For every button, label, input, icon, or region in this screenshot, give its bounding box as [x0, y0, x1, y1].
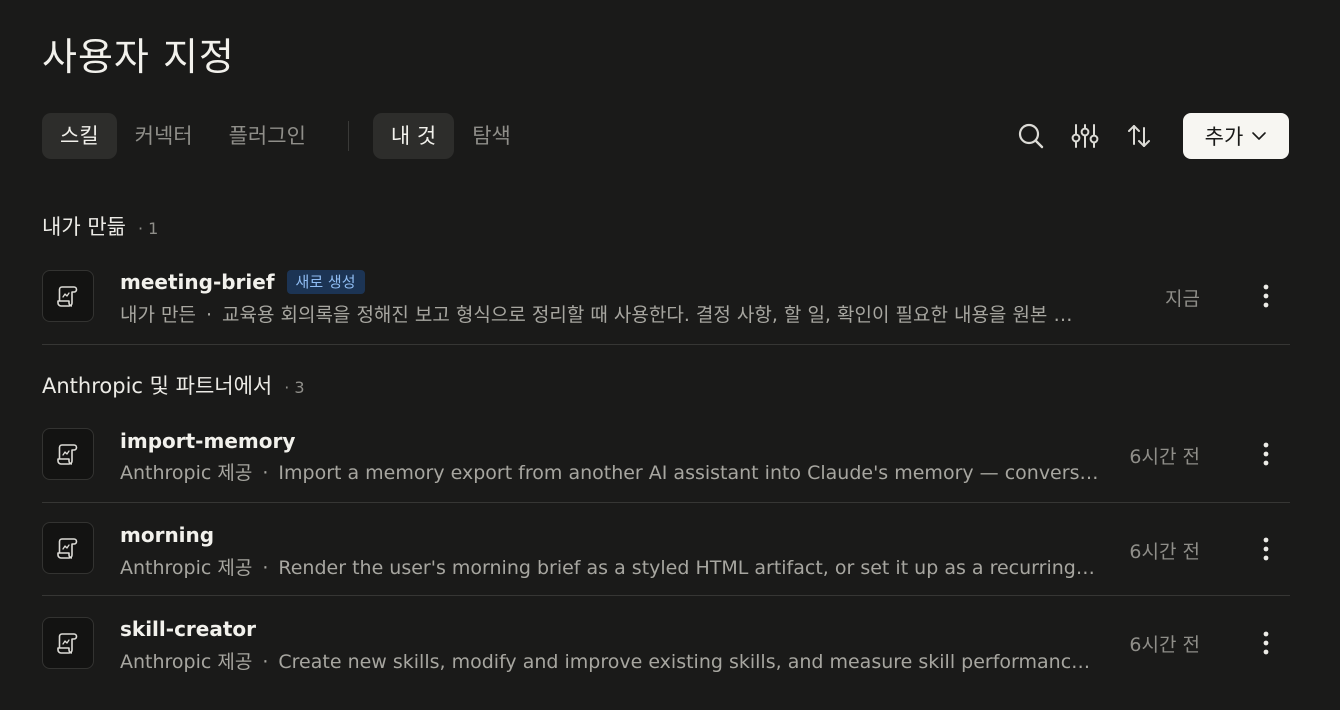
- scroll-icon: [57, 633, 78, 654]
- kebab-menu-icon: [1263, 442, 1269, 466]
- skill-name: import-memory: [120, 429, 295, 453]
- skill-name-text: meeting-brief: [120, 270, 275, 294]
- section-header-mine: 내가 만듦 · 1: [42, 211, 158, 241]
- skill-name: morning: [120, 523, 214, 547]
- skill-description-text: Import a memory export from another AI a…: [278, 462, 1102, 484]
- scroll-icon: [57, 444, 78, 465]
- separator-dot: ·: [262, 557, 269, 579]
- more-options-button[interactable]: [1256, 439, 1276, 469]
- skill-description: Anthropic 제공 · Import a memory export from…: [120, 458, 1102, 485]
- skill-name-text: morning: [120, 523, 215, 547]
- add-button-label: 추가: [1204, 125, 1244, 149]
- scroll-icon: [57, 538, 78, 559]
- tab-bar: 스킬 커넥터 플러그인 내 것 탐색: [42, 112, 529, 160]
- skill-icon-box: [42, 617, 94, 669]
- customize-page: 사용자 지정 스킬 커넥터 플러그인 내 것 탐색 추가 내가 만듦 · 1 m…: [0, 0, 1340, 710]
- skill-icon-box: [42, 270, 94, 322]
- toolbar-actions: 추가: [997, 112, 1289, 160]
- section-count: · 3: [284, 378, 305, 397]
- sort-button[interactable]: [1119, 116, 1159, 156]
- section-title: Anthropic 및 파트너에서: [42, 374, 273, 398]
- kebab-menu-icon: [1263, 631, 1269, 655]
- tab-divider: [347, 121, 349, 151]
- new-badge: 새로 생성: [286, 270, 365, 294]
- skill-time: 지금: [1165, 288, 1200, 310]
- skill-source: Anthropic 제공: [120, 462, 253, 484]
- skill-name-text: import-memory: [120, 429, 296, 453]
- skill-source: 내가 만든: [120, 304, 196, 326]
- skill-description-text: 교육용 회의록을 정해진 보고 형식으로 정리할 때 사용한다. 결정 사항, …: [222, 304, 1073, 326]
- skill-source: Anthropic 제공: [120, 651, 253, 673]
- separator-dot: ·: [262, 462, 269, 484]
- tab-plugins[interactable]: 플러그인: [211, 113, 324, 159]
- skill-time: 6시간 전: [1129, 634, 1200, 656]
- skill-description-text: Create new skills, modify and improve ex…: [278, 651, 1094, 673]
- filter-explore[interactable]: 탐색: [454, 113, 529, 159]
- kebab-menu-icon: [1263, 537, 1269, 561]
- tab-connectors[interactable]: 커넥터: [117, 113, 211, 159]
- skill-description: Anthropic 제공 · Create new skills, modify a…: [120, 647, 1094, 674]
- separator-dot: ·: [205, 304, 213, 326]
- more-options-button[interactable]: [1256, 281, 1276, 311]
- toolbar: 스킬 커넥터 플러그인 내 것 탐색 추가: [42, 112, 1289, 160]
- filter-mine[interactable]: 내 것: [372, 113, 455, 159]
- search-button[interactable]: [1011, 116, 1051, 156]
- scroll-icon: [57, 286, 78, 307]
- skill-time: 6시간 전: [1129, 541, 1200, 563]
- skill-time: 6시간 전: [1129, 446, 1200, 468]
- kebab-menu-icon: [1263, 284, 1269, 308]
- skill-description: 내가 만든 · 교육용 회의록을 정해진 보고 형식으로 정리할 때 사용한다. 결…: [120, 300, 1132, 327]
- skill-description-text: Render the user's morning brief as a sty…: [278, 557, 1096, 579]
- skill-icon-box: [42, 522, 94, 574]
- skill-row-skill-creator[interactable]: skill-creator Anthropic 제공 · Create new sk…: [42, 597, 1290, 689]
- tab-skills[interactable]: 스킬: [42, 113, 117, 159]
- separator-dot: ·: [262, 651, 269, 673]
- skill-row-meeting-brief[interactable]: meeting-brief 새로 생성 내가 만든 · 교육용 회의록을 정해진 보…: [42, 252, 1290, 345]
- section-title: 내가 만듦: [42, 215, 126, 239]
- sliders-icon: [1071, 124, 1099, 148]
- skill-icon-box: [42, 428, 94, 480]
- page-title: 사용자 지정: [42, 35, 235, 79]
- chevron-down-icon: [1251, 128, 1267, 144]
- section-count: · 1: [137, 219, 159, 238]
- add-button[interactable]: 추가: [1183, 113, 1289, 159]
- sort-arrows-icon: [1128, 125, 1150, 147]
- skill-row-import-memory[interactable]: import-memory Anthropic 제공 · Import a memo…: [42, 410, 1290, 503]
- section-header-anthropic: Anthropic 및 파트너에서 · 3: [42, 370, 305, 400]
- skill-name: skill-creator: [120, 617, 256, 641]
- more-options-button[interactable]: [1256, 534, 1276, 564]
- search-icon: [1018, 123, 1044, 149]
- skill-name: meeting-brief 새로 생성: [120, 270, 365, 294]
- filter-button[interactable]: [1065, 116, 1105, 156]
- more-options-button[interactable]: [1256, 628, 1276, 658]
- skill-description: Anthropic 제공 · Render the user's morning b…: [120, 553, 1096, 580]
- skill-row-morning[interactable]: morning Anthropic 제공 · Render the user's m…: [42, 503, 1290, 596]
- skill-name-text: skill-creator: [120, 617, 257, 641]
- skill-source: Anthropic 제공: [120, 557, 253, 579]
